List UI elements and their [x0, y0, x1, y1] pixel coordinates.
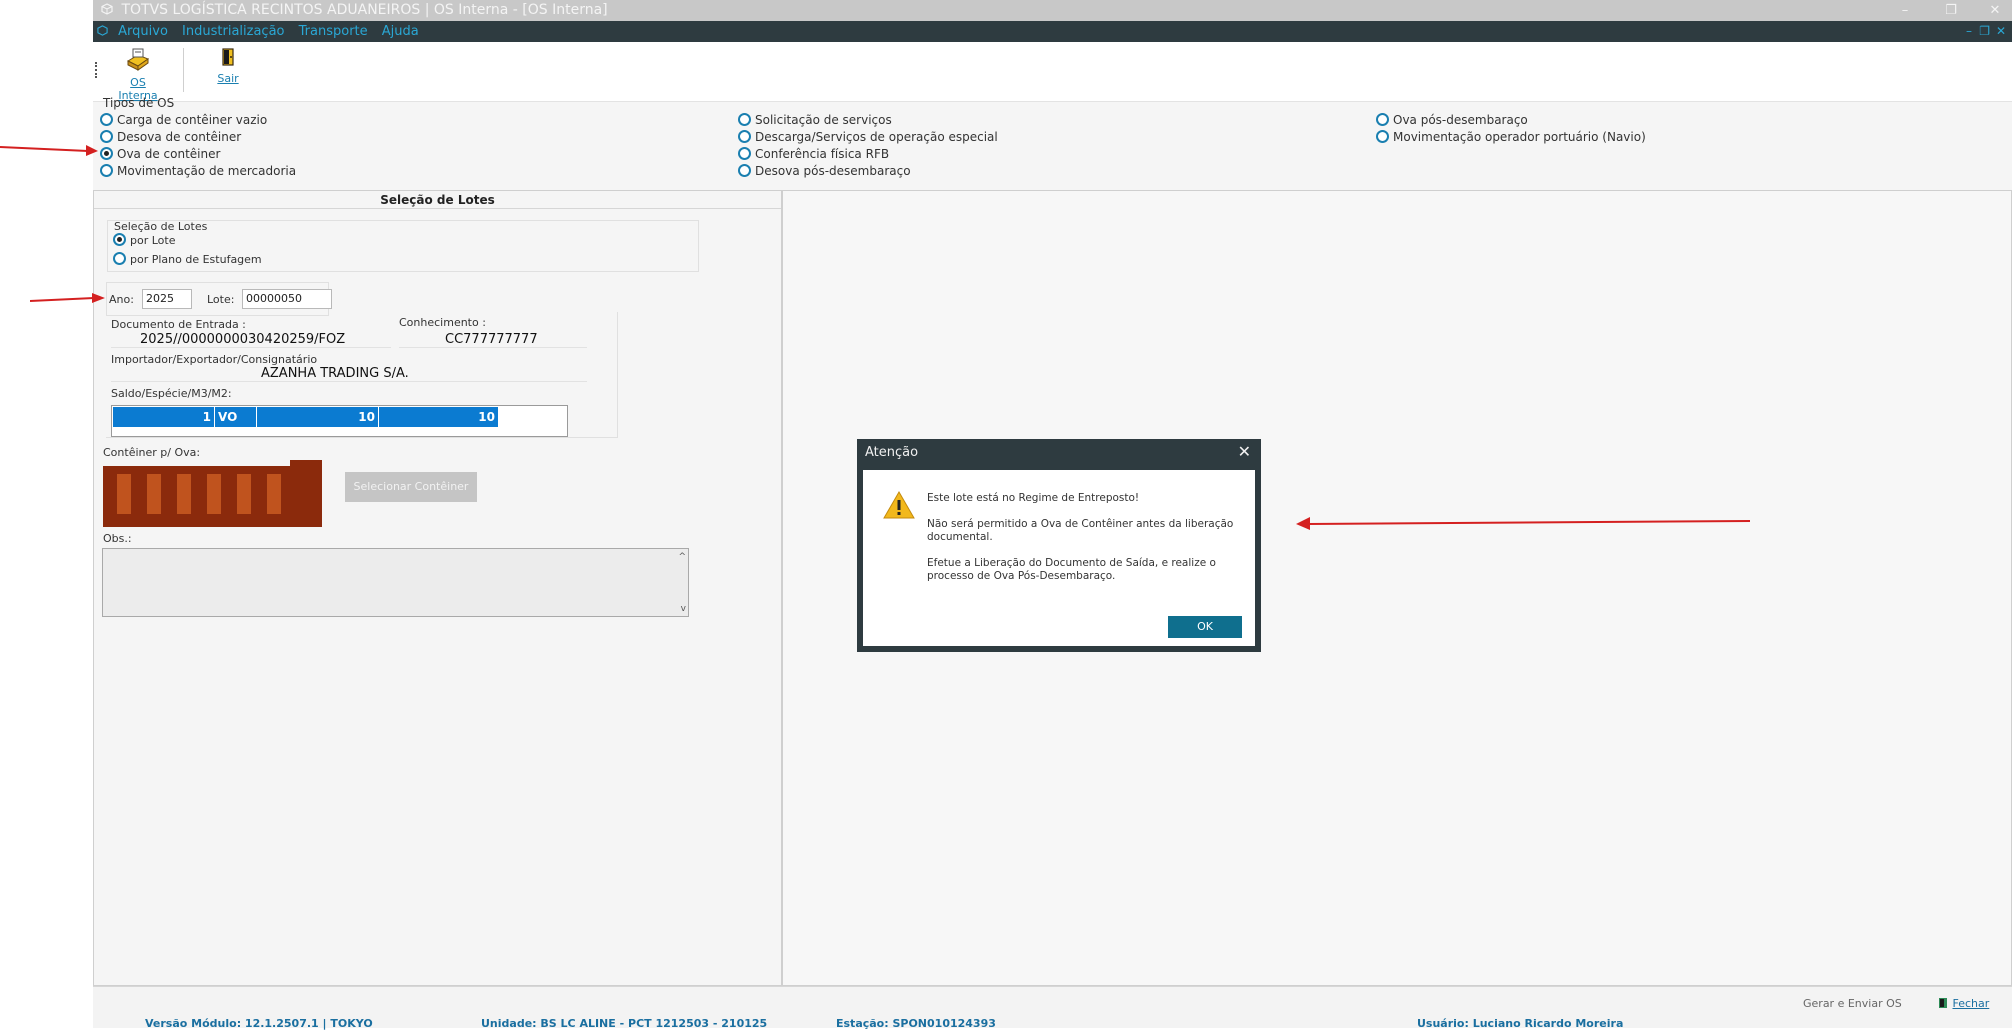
mdi-restore-icon[interactable]: ❐ [1979, 21, 1990, 42]
ano-input[interactable]: 2025 [142, 289, 192, 309]
radio-movimentacao-mercadoria[interactable]: Movimentação de mercadoria [100, 164, 296, 178]
menu-cube-icon [97, 25, 108, 36]
saldo-especie: VO [215, 407, 257, 427]
title-bar: TOTVS LOGÍSTICA RECINTOS ADUANEIROS | OS… [93, 0, 2012, 21]
exit-door-icon [222, 48, 234, 66]
scroll-up-icon[interactable]: ^ [678, 552, 686, 562]
radio-dot [738, 130, 751, 143]
window-title: TOTVS LOGÍSTICA RECINTOS ADUANEIROS | OS… [121, 2, 608, 18]
selecao-group-label: Seleção de Lotes [114, 220, 208, 233]
sair-label: Sair [217, 72, 239, 85]
radio-dot [100, 130, 113, 143]
menu-ajuda[interactable]: Ajuda [382, 24, 419, 39]
restore-icon[interactable]: ❐ [1936, 0, 1966, 21]
menu-bar: Arquivo Industrialização Transporte Ajud… [93, 21, 2012, 42]
warning-icon [883, 490, 915, 519]
mdi-minimize-icon[interactable]: – [1966, 21, 1972, 42]
menu-arquivo[interactable]: Arquivo [118, 24, 168, 39]
conhecimento-value: CC777777777 [399, 332, 587, 348]
radio-dot [100, 113, 113, 126]
radio-dot [1376, 130, 1389, 143]
ano-lote-group: Ano: 2025 Lote: 00000050 [106, 282, 332, 316]
saldo-m3: 10 [257, 407, 379, 427]
obs-textarea[interactable]: ^ v [102, 548, 689, 617]
exit-door-icon [1939, 998, 1947, 1008]
versao-info: Versão Módulo: 12.1.2507.1 | TOKYO [145, 1017, 373, 1030]
menu-transporte[interactable]: Transporte [299, 24, 368, 39]
app-cube-icon [101, 3, 113, 15]
panel-title: Seleção de Lotes [94, 191, 781, 209]
annotation-arrow-icon [1296, 517, 1750, 530]
os-interna-icon [126, 48, 150, 71]
menu-industrializacao[interactable]: Industrialização [182, 24, 284, 39]
importador-value: AZANHA TRADING S/A. [111, 366, 587, 382]
radio-desova-pos-desembaraco[interactable]: Desova pós-desembaraço [738, 164, 911, 178]
radio-dot [738, 147, 751, 160]
conhecimento-label: Conhecimento : [399, 316, 486, 329]
ok-button[interactable]: OK [1168, 616, 1242, 638]
dialog-title: Atenção [865, 445, 919, 460]
saldo-row[interactable]: 1 VO 10 10 [113, 407, 499, 427]
lote-input[interactable]: 00000050 [242, 289, 332, 309]
annotation-arrow-icon [0, 145, 98, 156]
radio-dot [738, 164, 751, 177]
attention-dialog: Atenção ✕ Este lote está no Regime de En… [857, 439, 1261, 652]
toolbar-separator [183, 48, 184, 92]
radio-dot-selected [113, 233, 126, 246]
radio-dot [738, 113, 751, 126]
dialog-line-2: Não será permitido a Ova de Contêiner an… [927, 518, 1234, 543]
lote-label: Lote: [207, 293, 235, 306]
minimize-icon[interactable]: – [1890, 0, 1920, 21]
radio-desova-conteiner[interactable]: Desova de contêiner [100, 130, 241, 144]
sair-button[interactable]: Sair [208, 47, 248, 85]
radio-conferencia-fisica[interactable]: Conferência física RFB [738, 147, 889, 161]
fechar-button[interactable]: Fechar [1937, 997, 1989, 1010]
toolbar: OS Interna Sair [93, 42, 2012, 102]
selecao-lotes-panel: Seleção de Lotes Seleção de Lotes por Lo… [93, 190, 782, 986]
saldo-label: Saldo/Espécie/M3/M2: [111, 387, 232, 400]
os-interna-button[interactable]: OS Interna [113, 47, 163, 102]
radio-ova-pos-desembaraco[interactable]: Ova pós-desembaraço [1376, 113, 1528, 127]
dialog-line-3: Efetue a Liberação do Documento de Saída… [927, 557, 1216, 582]
container-image-icon [103, 460, 322, 527]
radio-por-plano[interactable]: por Plano de Estufagem [113, 252, 262, 266]
mdi-close-icon[interactable]: ✕ [1996, 21, 2006, 42]
radio-ova-conteiner[interactable]: Ova de contêiner [100, 147, 220, 161]
saldo-grid[interactable]: 1 VO 10 10 [111, 405, 568, 437]
container-label: Contêiner p/ Ova: [103, 446, 201, 459]
radio-dot-selected [100, 147, 113, 160]
toolbar-grip[interactable] [95, 62, 98, 78]
radio-solicitacao-servicos[interactable]: Solicitação de serviços [738, 113, 892, 127]
radio-por-lote[interactable]: por Lote [113, 233, 175, 247]
close-icon[interactable]: ✕ [1980, 0, 2010, 21]
radio-descarga-servicos[interactable]: Descarga/Serviços de operação especial [738, 130, 998, 144]
estacao-info: Estação: SPON010124393 [836, 1017, 996, 1030]
dialog-message: Este lote está no Regime de Entreposto! … [927, 492, 1237, 596]
dialog-close-icon[interactable]: ✕ [1238, 442, 1251, 461]
radio-dot [1376, 113, 1389, 126]
annotation-arrow-icon [30, 293, 105, 303]
selecao-lotes-group: Seleção de Lotes por Lote por Plano de E… [107, 220, 699, 272]
usuario-info: Usuário: Luciano Ricardo Moreira [1417, 1017, 1624, 1030]
gerar-enviar-os-button[interactable]: Gerar e Enviar OS [1803, 997, 1902, 1010]
obs-label: Obs.: [103, 532, 132, 545]
radio-dot [100, 164, 113, 177]
scroll-down-icon[interactable]: v [681, 604, 686, 614]
doc-entrada-value: 2025//0000000030420259/FOZ [111, 332, 391, 348]
radio-movimentacao-operador[interactable]: Movimentação operador portuário (Navio) [1376, 130, 1646, 144]
tipos-os-label: Tipos de OS [103, 96, 175, 110]
saldo-m2: 10 [379, 407, 499, 427]
saldo-quantidade: 1 [113, 407, 215, 427]
ano-label: Ano: [109, 293, 134, 306]
dialog-body: Este lote está no Regime de Entreposto! … [863, 470, 1255, 646]
status-bar: Gerar e Enviar OS Fechar Versão Módulo: … [93, 986, 2012, 1030]
selecionar-conteiner-button[interactable]: Selecionar Contêiner [345, 472, 477, 502]
importador-label: Importador/Exportador/Consignatário [111, 353, 318, 366]
dialog-line-1: Este lote está no Regime de Entreposto! [927, 492, 1140, 504]
unidade-info: Unidade: BS LC ALINE - PCT 1212503 - 210… [481, 1017, 768, 1030]
radio-carga-conteiner-vazio[interactable]: Carga de contêiner vazio [100, 113, 267, 127]
radio-dot [113, 252, 126, 265]
doc-entrada-label: Documento de Entrada : [111, 318, 246, 331]
